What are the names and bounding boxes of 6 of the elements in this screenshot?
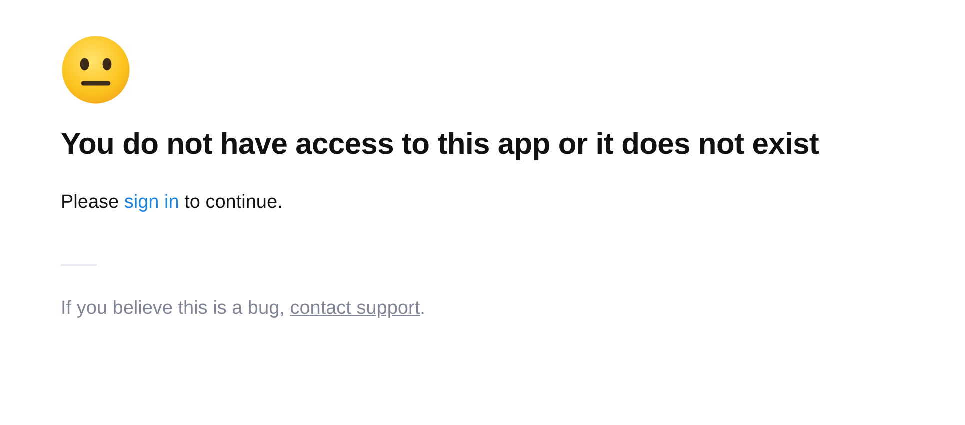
neutral-face-icon [60, 34, 132, 106]
bug-report-note: If you believe this is a bug, contact support. [61, 298, 426, 320]
contact-support-link[interactable]: contact support [290, 298, 420, 319]
sign-in-message: Please sign in to continue. [61, 192, 283, 214]
page-heading: You do not have access to this app or it does not exist [61, 128, 820, 162]
sign-in-link[interactable]: sign in [124, 192, 180, 213]
